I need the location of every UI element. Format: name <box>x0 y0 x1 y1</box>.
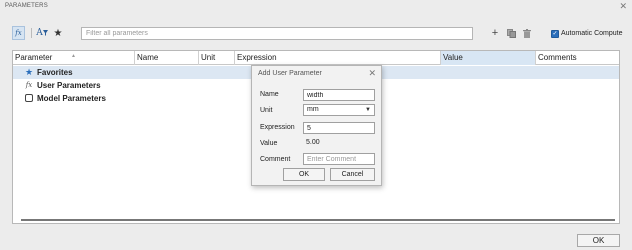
horizontal-scrollbar[interactable] <box>21 219 615 221</box>
copy-icon[interactable] <box>505 26 517 40</box>
toolbar-separator <box>31 28 32 38</box>
dialog-ok-button[interactable]: OK <box>283 168 325 181</box>
sort-caret-icon: ▲ <box>71 53 76 59</box>
column-header-expression[interactable]: Expression <box>235 51 441 65</box>
filter-funnel-icon <box>42 30 48 36</box>
computed-value: 5.00 <box>306 139 320 146</box>
comment-label: Comment <box>260 156 291 163</box>
filter-input[interactable] <box>81 27 473 40</box>
plus-icon[interactable]: + <box>489 26 501 40</box>
filter-by-name-icon[interactable]: A <box>36 26 48 40</box>
unit-select[interactable]: mm ▼ <box>303 104 375 116</box>
column-header-parameter[interactable]: Parameter ▲ <box>13 51 135 65</box>
column-header-value[interactable]: Value <box>441 51 536 65</box>
name-label: Name <box>260 91 279 98</box>
row-label: Favorites <box>37 68 73 77</box>
row-label: Model Parameters <box>37 94 106 103</box>
checkbox-checked-icon[interactable]: ✓ <box>551 29 559 38</box>
dropdown-arrow-icon: ▼ <box>365 107 371 113</box>
column-header-comments[interactable]: Comments <box>536 51 619 65</box>
dialog-title: Add User Parameter <box>258 70 322 77</box>
trash-icon[interactable] <box>521 26 533 40</box>
column-header-unit[interactable]: Unit <box>199 51 235 65</box>
expression-field[interactable] <box>303 122 375 134</box>
box-icon <box>24 93 34 103</box>
table-header: Parameter ▲ Name Unit Expression Value C… <box>13 51 619 65</box>
fx-icon: fx <box>25 81 33 89</box>
close-icon[interactable]: ✕ <box>619 1 627 12</box>
automatic-compute-label: Automatic Compute <box>561 30 623 37</box>
star-icon: ★ <box>24 66 34 77</box>
value-label: Value <box>260 140 278 147</box>
name-field[interactable] <box>303 89 375 101</box>
ok-button[interactable]: OK <box>577 234 620 247</box>
window-title: PARAMETERS <box>5 3 48 9</box>
dialog-cancel-button[interactable]: Cancel <box>330 168 375 181</box>
comment-field[interactable] <box>303 153 375 165</box>
column-header-name[interactable]: Name <box>135 51 199 65</box>
unit-selected-value: mm <box>307 106 319 113</box>
row-label: User Parameters <box>37 81 101 90</box>
star-icon[interactable]: ★ <box>52 26 64 40</box>
close-icon[interactable]: ✕ <box>368 68 376 79</box>
unit-label: Unit <box>260 107 273 114</box>
fx-icon[interactable]: fx <box>12 26 25 40</box>
add-user-parameter-dialog: Add User Parameter ✕ Name Unit mm ▼ Expr… <box>251 65 382 186</box>
automatic-compute-toggle[interactable]: ✓ Automatic Compute <box>551 28 622 39</box>
title-bar: PARAMETERS ✕ <box>0 0 632 14</box>
expression-label: Expression <box>260 124 295 131</box>
